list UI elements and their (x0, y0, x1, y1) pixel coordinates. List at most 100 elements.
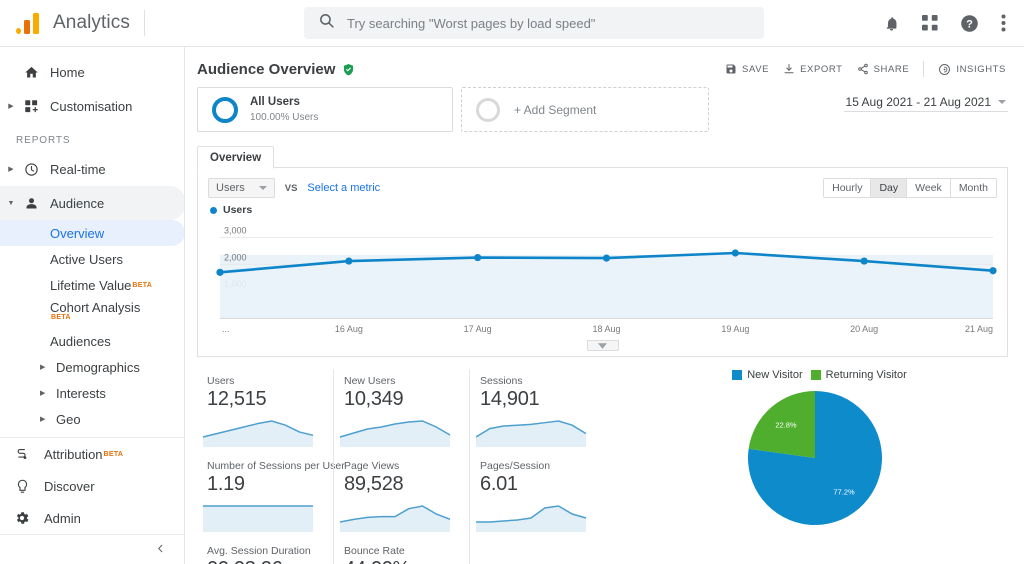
sidebar-item-audience[interactable]: ▼ Audience (0, 186, 184, 220)
share-button[interactable]: SHARE (857, 63, 910, 75)
sparkline (334, 500, 469, 539)
users-line-chart[interactable]: 1,0002,0003,000...16 Aug17 Aug18 Aug19 A… (210, 218, 997, 351)
beta-badge: BETA (103, 450, 124, 458)
sidebar-collapse-button[interactable] (0, 534, 184, 564)
sidebar-label-audience: Audience (50, 195, 105, 211)
help-circle-icon[interactable]: ? (960, 14, 979, 33)
chevron-down-icon: ▼ (7, 199, 15, 207)
sidebar-item-home[interactable]: Home (0, 55, 184, 89)
sidebar-item-discover[interactable]: Discover (0, 470, 184, 502)
notifications-bell-icon[interactable] (883, 15, 900, 32)
tab-overview[interactable]: Overview (197, 146, 275, 169)
granularity-week[interactable]: Week (907, 179, 951, 197)
tab-strip: Overview (197, 146, 1008, 169)
export-button[interactable]: EXPORT (783, 63, 843, 75)
metric-value: 14,901 (480, 388, 540, 410)
sparkline (197, 500, 333, 539)
sparkline (334, 415, 469, 454)
sidebar-item-customisation[interactable]: ▶ Customisation (0, 89, 184, 123)
brand-block[interactable]: Analytics (0, 0, 185, 46)
more-vertical-icon[interactable] (1001, 14, 1006, 32)
svg-text:2,000: 2,000 (224, 252, 247, 262)
granularity-hourly[interactable]: Hourly (824, 179, 872, 197)
shield-check-icon (342, 63, 355, 76)
sidebar-item-admin[interactable]: Admin (0, 502, 184, 534)
primary-metric-select[interactable]: Users (208, 178, 275, 198)
sidebar-label-audiences: Audiences (50, 333, 111, 349)
sidebar-label-attribution: Attribution (44, 446, 103, 462)
sidebar-item-active-users[interactable]: Active Users (0, 246, 184, 272)
chevron-left-icon (155, 541, 166, 559)
segment-row: All Users 100.00% Users + Add Segment 15… (185, 79, 1024, 132)
legend-swatch-icon (732, 370, 743, 380)
export-label: EXPORT (800, 63, 843, 75)
page-header: Audience Overview SAVE EXPORT SHARE INSI… (185, 47, 1024, 79)
sidebar-item-attribution[interactable]: Attribution BETA (0, 438, 184, 470)
sidebar-item-cohort-analysis[interactable]: Cohort Analysis BETA (0, 298, 184, 328)
metric-label: Avg. Session Duration (207, 545, 311, 557)
search-input[interactable] (347, 15, 750, 31)
legend-swatch-icon (810, 370, 821, 380)
metric-card-pages-per-session[interactable]: Pages/Session 6.01 (469, 454, 605, 539)
sidebar-item-realtime[interactable]: ▶ Real-time (0, 152, 184, 186)
sidebar-label-customisation: Customisation (50, 98, 133, 114)
topbar-icon-group: ? (883, 14, 1024, 33)
chart-range-handle[interactable] (586, 340, 619, 351)
metric-card-avg-session-duration[interactable]: Avg. Session Duration 00:03:26 (197, 539, 333, 564)
beta-badge: BETA (132, 281, 153, 289)
metric-card-sessions[interactable]: Sessions 14,901 (469, 369, 605, 454)
sidebar-item-geo[interactable]: ▶ Geo (0, 406, 184, 432)
apps-grid-icon[interactable] (922, 15, 938, 31)
date-range-picker[interactable]: 15 Aug 2021 - 21 Aug 2021 (843, 95, 1008, 112)
primary-metric-value: Users (216, 182, 245, 194)
sparkline (470, 415, 605, 454)
metric-value: 10,349 (344, 388, 404, 410)
pie-legend-label: New Visitor (747, 369, 803, 381)
brand-name: Analytics (53, 12, 130, 33)
sidebar-item-overview[interactable]: Overview (0, 220, 184, 246)
sidebar-item-lifetime-value[interactable]: Lifetime Value BETA (0, 272, 184, 298)
metric-card-row: Number of Sessions per User 1.19 Page Vi… (197, 454, 607, 539)
visitor-pie-chart[interactable]: 77.2% 22.8% (621, 387, 1008, 532)
share-label: SHARE (873, 63, 910, 75)
chevron-right-icon: ▶ (40, 390, 46, 397)
svg-text:3,000: 3,000 (224, 225, 247, 235)
granularity-day[interactable]: Day (871, 179, 908, 197)
home-icon (18, 65, 44, 80)
chevron-right-icon: ▶ (40, 416, 46, 423)
metric-label: Page Views (344, 460, 400, 472)
sidebar-item-interests[interactable]: ▶ Interests (0, 380, 184, 406)
sidebar-label-cohort-analysis: Cohort Analysis (50, 300, 141, 315)
chart-legend: Users (198, 200, 1007, 216)
metric-card-bounce-rate[interactable]: Bounce Rate 44.00% (333, 539, 469, 564)
pie-legend-returning-visitor[interactable]: Returning Visitor (810, 369, 907, 381)
granularity-month[interactable]: Month (950, 179, 996, 197)
metric-card-row: Users 12,515 New Users 10,349 Sessions 1… (197, 369, 607, 454)
pie-legend-label: Returning Visitor (825, 369, 907, 381)
metric-label: Bounce Rate (344, 545, 405, 557)
sidebar-scroll-region[interactable]: Home ▶ Customisation REPORTS ▶ Real-time… (0, 47, 184, 455)
segment-all-users[interactable]: All Users 100.00% Users (197, 87, 453, 132)
sidebar-label-overview: Overview (50, 225, 105, 241)
metric-label: New Users (344, 375, 396, 387)
metric-card-new-users[interactable]: New Users 10,349 (333, 369, 469, 454)
metric-cards: Users 12,515 New Users 10,349 Sessions 1… (197, 369, 607, 564)
add-segment-button[interactable]: + Add Segment (461, 87, 709, 132)
metric-card-users[interactable]: Users 12,515 (197, 369, 333, 454)
pie-legend-new-visitor[interactable]: New Visitor (732, 369, 803, 381)
brand-divider (143, 10, 145, 36)
sparkline (197, 415, 333, 454)
metric-card-sessions-per-user[interactable]: Number of Sessions per User 1.19 (197, 454, 345, 539)
metric-label: Users (207, 375, 235, 387)
sidebar-item-demographics[interactable]: ▶ Demographics (0, 354, 184, 380)
search-box[interactable] (304, 7, 764, 39)
save-button[interactable]: SAVE (725, 63, 769, 75)
sidebar-item-audiences[interactable]: Audiences (0, 328, 184, 354)
insights-button[interactable]: INSIGHTS (938, 63, 1006, 76)
sidebar-label-admin: Admin (44, 510, 81, 526)
metric-card-row: Avg. Session Duration 00:03:26 Bounce Ra… (197, 539, 607, 564)
metric-value: 44.00% (344, 558, 459, 564)
top-bar: Analytics Try searching "Worst pages by … (0, 0, 1024, 47)
metric-card-page-views[interactable]: Page Views 89,528 (333, 454, 469, 539)
select-metric-link[interactable]: Select a metric (307, 182, 380, 194)
